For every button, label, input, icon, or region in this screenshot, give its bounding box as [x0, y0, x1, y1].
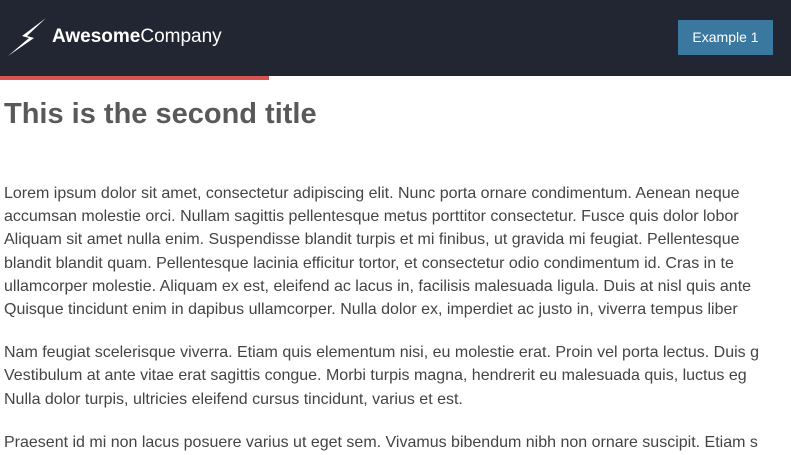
paragraph-1: Lorem ipsum dolor sit amet, consectetur … — [4, 182, 791, 321]
brand-name-bold: Awesome — [52, 26, 141, 47]
page-title: This is the second title — [4, 98, 317, 130]
example-1-button[interactable]: Example 1 — [678, 20, 773, 55]
brand-name[interactable]: AwesomeCompany — [52, 26, 222, 48]
paragraph-2: Nam feugiat scelerisque viverra. Etiam q… — [4, 341, 791, 411]
paragraph-line: Vestibulum at ante vitae erat sagittis c… — [4, 367, 747, 385]
paragraph-line: Nulla dolor turpis, ultricies eleifend c… — [4, 390, 463, 408]
paragraph-line: Aliquam sit amet nulla enim. Suspendisse… — [4, 231, 740, 249]
brand-name-light: Company — [140, 26, 222, 47]
top-navbar: AwesomeCompany Example 1 — [0, 0, 791, 76]
paragraph-line: Nam feugiat scelerisque viverra. Etiam q… — [4, 344, 759, 362]
paragraph-line: blandit blandit quam. Pellentesque lacin… — [4, 254, 734, 272]
lightning-bolt-icon[interactable] — [6, 16, 50, 60]
paragraph-line: Praesent id mi non lacus posuere varius … — [4, 433, 758, 451]
main-content: This is the second title Lorem ipsum dol… — [4, 80, 791, 454]
paragraph-line: Quisque tincidunt enim in dapibus ullamc… — [4, 301, 738, 319]
paragraph-line: accumsan molestie orci. Nullam sagittis … — [4, 208, 739, 226]
paragraph-line: ullamcorper molestie. Aliquam ex est, el… — [4, 277, 752, 295]
paragraph-3: Praesent id mi non lacus posuere varius … — [4, 431, 791, 454]
paragraph-line: Lorem ipsum dolor sit amet, consectetur … — [4, 185, 740, 202]
